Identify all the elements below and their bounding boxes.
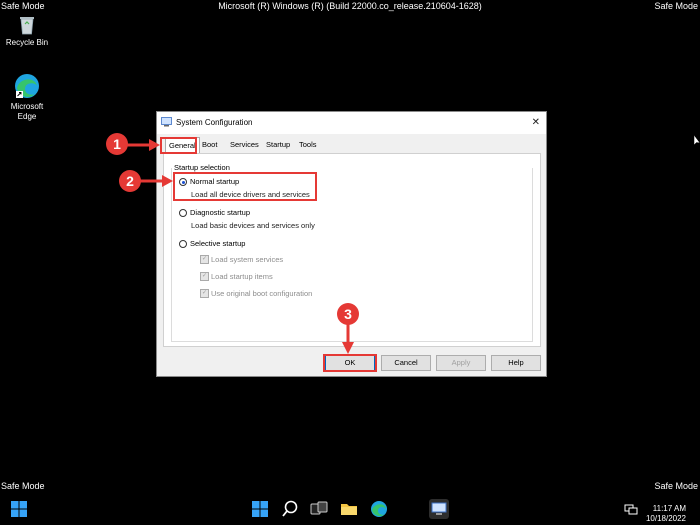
diagnostic-startup-radio[interactable] xyxy=(179,209,187,217)
tab-startup[interactable]: Startup xyxy=(263,139,293,151)
edge-icon xyxy=(15,74,39,98)
desktop-icon-recycle-bin[interactable]: Recycle Bin xyxy=(2,12,52,48)
recycle-bin-icon xyxy=(20,17,34,35)
dialog-title: System Configuration xyxy=(176,118,253,127)
diagnostic-startup-description: Load basic devices and services only xyxy=(191,221,315,230)
windows-build-string: Microsoft (R) Windows (R) (Build 22000.c… xyxy=(218,1,482,11)
diagnostic-startup-label[interactable]: Diagnostic startup xyxy=(190,208,250,217)
cancel-button[interactable]: Cancel xyxy=(381,355,431,371)
file-explorer-icon[interactable] xyxy=(339,499,359,519)
annotation-badge-3: 3 xyxy=(337,303,359,325)
annotation-box-ok-button xyxy=(323,354,377,372)
load-startup-items-label: Load startup items xyxy=(211,272,273,281)
start-icon[interactable] xyxy=(9,499,29,519)
close-button[interactable]: ✕ xyxy=(532,117,540,128)
desktop-icon-label: Edge xyxy=(17,112,37,121)
system-configuration-icon xyxy=(161,117,172,127)
task-view-icon[interactable] xyxy=(309,499,329,519)
dialog-title-bar[interactable]: System Configuration ✕ xyxy=(157,112,546,134)
start-icon[interactable] xyxy=(250,499,270,519)
apply-button[interactable]: Apply xyxy=(436,355,486,371)
startup-selection-label: Startup selection xyxy=(174,163,230,172)
load-startup-items-checkbox[interactable]: ✓ xyxy=(200,272,209,281)
use-original-boot-config-checkbox[interactable]: ✓ xyxy=(200,289,209,298)
clock[interactable]: 11:17 AM 10/18/2022 xyxy=(646,504,686,524)
tab-services[interactable]: Services xyxy=(227,139,262,151)
network-icon[interactable] xyxy=(624,502,638,516)
tab-tools[interactable]: Tools xyxy=(296,139,320,151)
safe-mode-label-bottom-right: Safe Mode xyxy=(654,481,698,491)
desktop-icon-edge[interactable]: Microsoft Edge xyxy=(2,72,52,122)
desktop-icon-label: Recycle Bin xyxy=(5,38,49,47)
annotation-arrow-3 xyxy=(342,324,354,354)
selective-startup-label[interactable]: Selective startup xyxy=(190,239,245,248)
help-button[interactable]: Help xyxy=(491,355,541,371)
load-system-services-label: Load system services xyxy=(211,255,284,264)
clock-time: 11:17 AM xyxy=(652,504,686,513)
taskbar xyxy=(0,493,700,525)
desktop-icon-label: Microsoft xyxy=(10,102,44,111)
search-icon[interactable] xyxy=(280,499,300,519)
edge-icon[interactable] xyxy=(369,499,389,519)
selective-startup-radio[interactable] xyxy=(179,240,187,248)
load-system-services-checkbox[interactable]: ✓ xyxy=(200,255,209,264)
annotation-badge-1: 1 xyxy=(106,133,128,155)
system-configuration-icon[interactable] xyxy=(429,499,449,519)
annotation-box-general-tab xyxy=(160,137,197,154)
annotation-box-normal-startup xyxy=(173,172,317,201)
annotation-arrow-1 xyxy=(127,139,160,151)
tab-boot[interactable]: Boot xyxy=(199,139,220,151)
safe-mode-label-bottom-left: Safe Mode xyxy=(1,481,45,491)
annotation-arrow-2 xyxy=(140,175,173,187)
use-original-boot-config-label: Use original boot configuration xyxy=(211,289,313,298)
annotation-badge-2: 2 xyxy=(119,170,141,192)
mouse-cursor-icon xyxy=(694,135,700,146)
clock-date: 10/18/2022 xyxy=(645,514,686,523)
